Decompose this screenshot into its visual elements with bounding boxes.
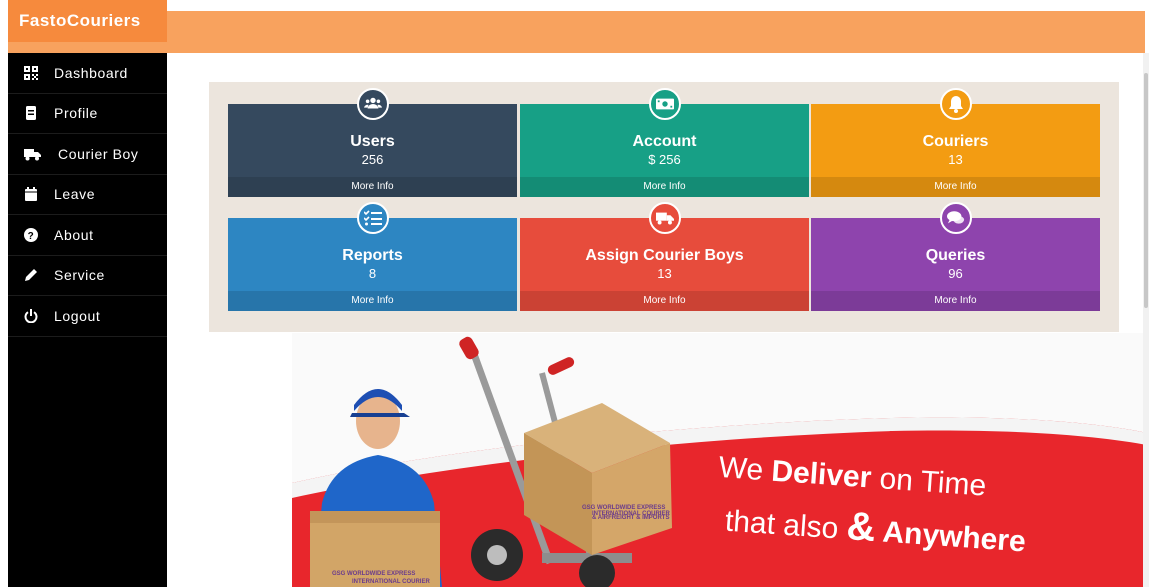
bell-icon xyxy=(939,88,972,120)
top-header-bar xyxy=(8,11,1145,53)
card-assign-courier-boys: Assign Courier Boys 13 More Info xyxy=(520,202,809,311)
scrollbar-thumb[interactable] xyxy=(1144,73,1148,308)
sidebar-item-courier-boy[interactable]: Courier Boy xyxy=(8,134,167,175)
box-logo-sub-text: INTERNATIONAL COURIER xyxy=(352,579,430,585)
checklist-icon xyxy=(356,202,389,234)
pencil-icon xyxy=(25,269,37,282)
card-users: Users 256 More Info xyxy=(228,88,517,197)
box-logo-text: GSG WORLDWIDE EXPRESS xyxy=(332,571,415,577)
card-value: 96 xyxy=(948,266,963,281)
sidebar-item-label: Courier Boy xyxy=(58,145,139,162)
sidebar-item-leave[interactable]: Leave xyxy=(8,175,167,215)
more-info-link[interactable]: More Info xyxy=(228,177,517,197)
courier-man-illustration: GSG WORLDWIDE EXPRESS INTERNATIONAL COUR… xyxy=(310,389,442,587)
sidebar-item-label: Dashboard xyxy=(54,64,128,81)
sidebar-item-about[interactable]: ? About xyxy=(8,215,167,256)
card-title: Queries xyxy=(925,247,986,264)
qr-grid-icon xyxy=(24,65,38,80)
card-queries: Queries 96 More Info xyxy=(811,202,1100,311)
more-info-link[interactable]: More Info xyxy=(811,177,1100,197)
more-info-link[interactable]: More Info xyxy=(811,291,1100,311)
document-icon xyxy=(26,106,36,121)
box-logo-label: GSG WORLDWIDE EXPRESS INTERNATIONAL COUR… xyxy=(582,505,670,521)
more-info-link[interactable]: More Info xyxy=(520,291,809,311)
sidebar-item-label: Logout xyxy=(54,307,101,324)
card-value: 13 xyxy=(657,266,672,281)
sidebar-item-label: Profile xyxy=(54,105,98,122)
truck-icon xyxy=(24,148,41,161)
users-icon xyxy=(356,88,389,120)
question-circle-icon: ? xyxy=(24,227,38,242)
card-account: Account $ 256 More Info xyxy=(520,88,809,197)
page-scrollbar[interactable] xyxy=(1143,53,1149,587)
promo-banner: GSG WORLDWIDE EXPRESS INTERNATIONAL COUR… xyxy=(292,333,1147,587)
card-value: 13 xyxy=(948,152,963,167)
dashboard-panel: Users 256 More Info Account $ 256 More I… xyxy=(209,82,1119,332)
sidebar-item-label: About xyxy=(54,226,94,243)
sidebar-item-label: Service xyxy=(54,267,105,284)
card-title: Assign Courier Boys xyxy=(585,247,744,264)
page: FastoCouriers Dashboard Profile Courier … xyxy=(0,0,1149,587)
card-value: 256 xyxy=(361,152,384,167)
sidebar-item-dashboard[interactable]: Dashboard xyxy=(8,53,167,94)
truck-icon xyxy=(648,202,681,234)
chat-icon xyxy=(939,202,972,234)
card-title: Reports xyxy=(342,247,403,264)
calendar-icon xyxy=(25,187,37,202)
card-title: Account xyxy=(632,133,697,150)
card-title: Users xyxy=(350,133,395,150)
sidebar: Dashboard Profile Courier Boy Leave ? Ab… xyxy=(8,53,167,587)
svg-text:?: ? xyxy=(28,231,35,242)
more-info-link[interactable]: More Info xyxy=(520,177,809,197)
money-icon xyxy=(648,88,681,120)
sidebar-item-profile[interactable]: Profile xyxy=(8,94,167,134)
card-value: $ 256 xyxy=(648,152,681,167)
more-info-link[interactable]: More Info xyxy=(228,291,517,311)
card-title: Couriers xyxy=(922,133,989,150)
sidebar-item-service[interactable]: Service xyxy=(8,256,167,296)
card-couriers: Couriers 13 More Info xyxy=(811,88,1100,197)
power-icon xyxy=(24,308,38,323)
sidebar-item-logout[interactable]: Logout xyxy=(8,296,167,337)
svg-text:& AIRFREIGHT & IMPORTS: & AIRFREIGHT & IMPORTS xyxy=(592,515,669,521)
card-reports: Reports 8 More Info xyxy=(228,202,517,311)
brand-logo[interactable]: FastoCouriers xyxy=(8,0,167,42)
card-value: 8 xyxy=(368,266,377,281)
sidebar-item-label: Leave xyxy=(54,186,96,203)
